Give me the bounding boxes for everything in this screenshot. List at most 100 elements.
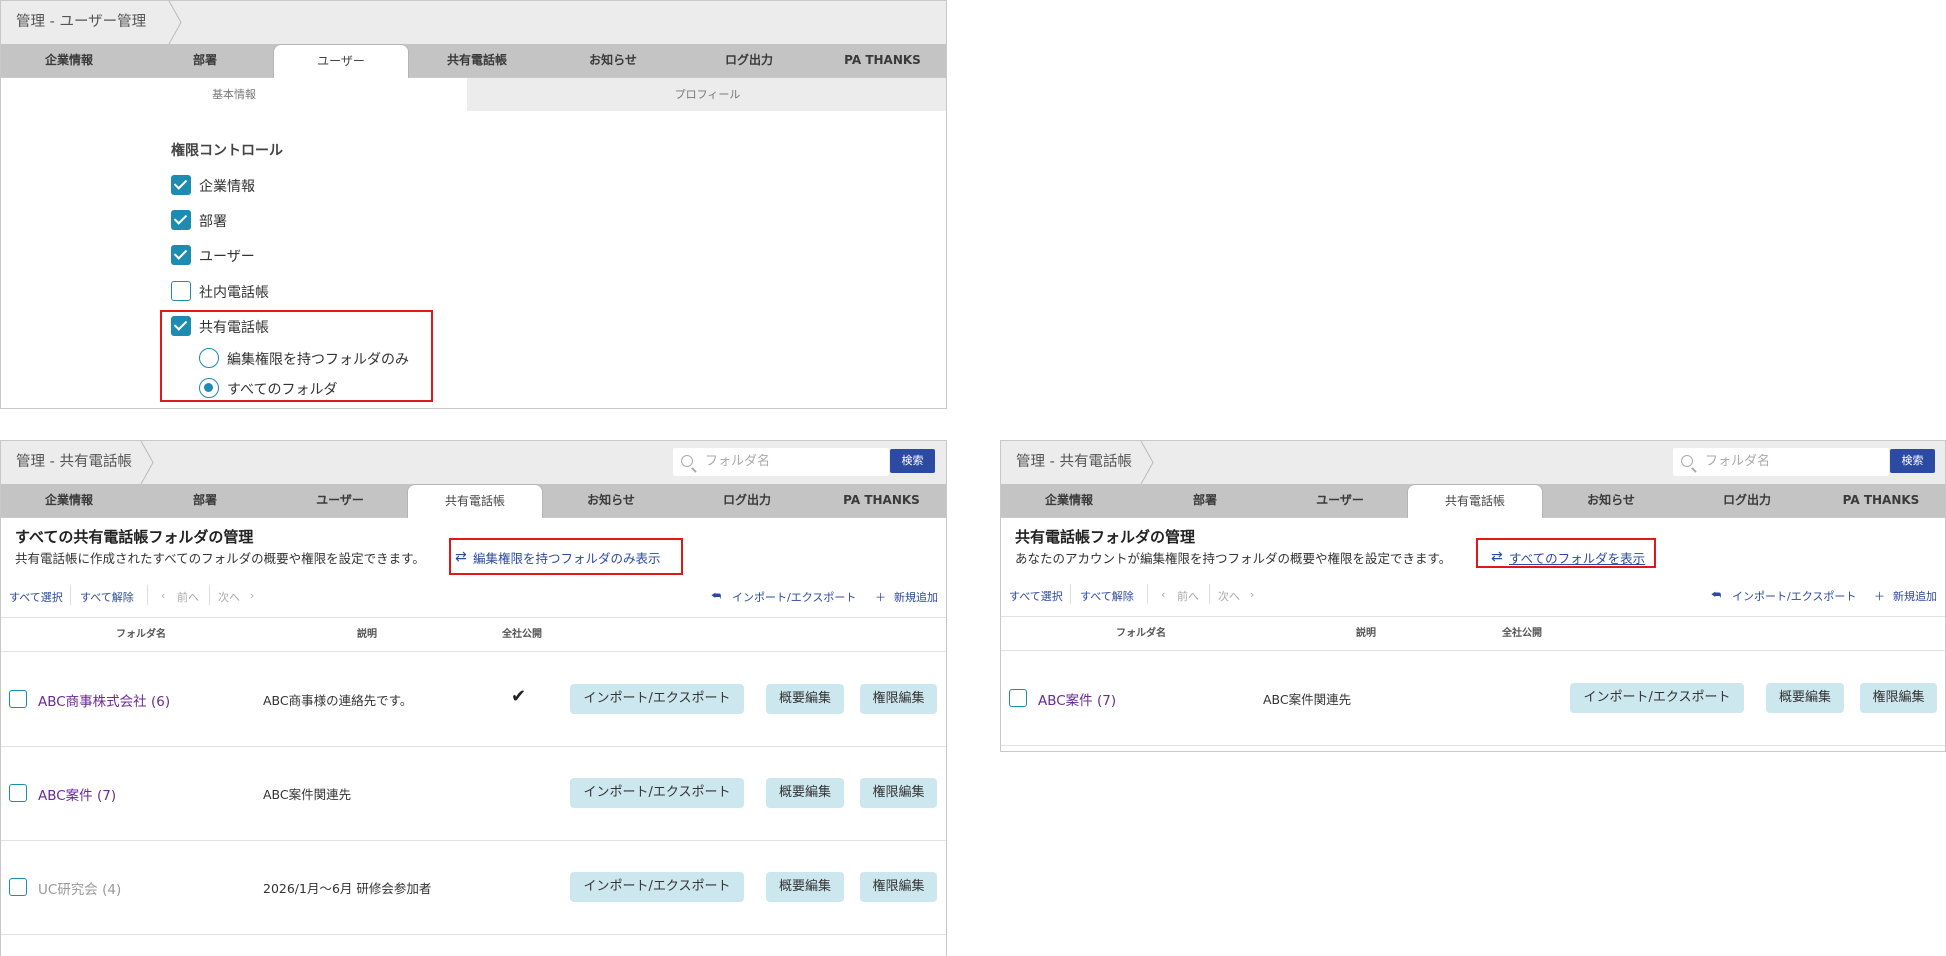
perm-user-label: ユーザー bbox=[199, 249, 255, 265]
perm-internal-phonebook-checkbox[interactable] bbox=[171, 281, 191, 301]
edit-summary-button[interactable]: 概要編集 bbox=[766, 778, 844, 808]
section-title: 共有電話帳フォルダの管理 bbox=[1015, 528, 1196, 546]
search-button[interactable]: 検索 bbox=[890, 449, 935, 473]
next-button[interactable]: 次へ bbox=[1218, 588, 1240, 604]
edit-summary-button[interactable]: 概要編集 bbox=[1766, 683, 1844, 713]
folder-search[interactable] bbox=[673, 448, 889, 476]
row-import-export-button[interactable]: インポート/エクスポート bbox=[570, 684, 744, 714]
tab-department[interactable]: 部署 bbox=[137, 484, 273, 518]
search-input[interactable] bbox=[703, 451, 873, 471]
edit-summary-button[interactable]: 概要編集 bbox=[766, 872, 844, 902]
folder-search[interactable] bbox=[1673, 448, 1889, 476]
perm-company-checkbox[interactable] bbox=[171, 175, 191, 195]
perm-department-checkbox[interactable] bbox=[171, 210, 191, 230]
main-tabs: 企業情報 部署 ユーザー 共有電話帳 お知らせ ログ出力 PA THANKS bbox=[1, 484, 946, 518]
deselect-all-button[interactable]: すべて解除 bbox=[1080, 588, 1134, 604]
breadcrumb-arrow-icon bbox=[1140, 441, 1154, 484]
header-bar: 管理 - ユーザー管理 bbox=[1, 1, 946, 44]
user-management-panel: 管理 - ユーザー管理 企業情報 部署 ユーザー 共有電話帳 お知らせ ログ出力… bbox=[0, 0, 947, 409]
tab-company[interactable]: 企業情報 bbox=[1, 44, 137, 78]
tab-shared-phonebook[interactable]: 共有電話帳 bbox=[1407, 484, 1543, 518]
row-import-export-button[interactable]: インポート/エクスポート bbox=[570, 872, 744, 902]
add-new-button[interactable]: 新規追加 bbox=[1893, 588, 1937, 604]
tab-notice[interactable]: お知らせ bbox=[543, 484, 679, 518]
public-check-icon: ✔ bbox=[511, 686, 527, 707]
highlight-box bbox=[160, 310, 433, 402]
row-import-export-button[interactable]: インポート/エクスポート bbox=[1570, 683, 1744, 713]
subtab-profile[interactable]: プロフィール bbox=[467, 78, 946, 111]
breadcrumb: 管理 - 共有電話帳 bbox=[1016, 454, 1132, 470]
row-checkbox[interactable] bbox=[9, 878, 27, 896]
subtab-basic-info[interactable]: 基本情報 bbox=[1, 78, 467, 111]
col-folder-name: フォルダ名 bbox=[116, 629, 166, 640]
tab-company[interactable]: 企業情報 bbox=[1, 484, 137, 518]
edit-permission-button[interactable]: 権限編集 bbox=[860, 778, 937, 808]
folder-description: 2026/1月～6月 研修会参加者 bbox=[263, 881, 432, 896]
tab-shared-phonebook[interactable]: 共有電話帳 bbox=[407, 484, 543, 518]
folder-name-link[interactable]: ABC案件 (7) bbox=[1038, 689, 1116, 709]
table-row: ABC案件 (7) ABC案件関連先 インポート/エクスポート 概要編集 権限編… bbox=[1, 746, 946, 840]
highlight-box bbox=[1476, 538, 1656, 568]
select-all-button[interactable]: すべて選択 bbox=[1009, 588, 1063, 604]
tab-company[interactable]: 企業情報 bbox=[1001, 484, 1137, 518]
search-icon bbox=[1681, 455, 1693, 467]
next-icon: › bbox=[250, 589, 255, 602]
select-all-button[interactable]: すべて選択 bbox=[9, 589, 63, 605]
table-row: ABC案件 (7) ABC案件関連先 インポート/エクスポート 概要編集 権限編… bbox=[1001, 651, 1945, 745]
table-header: フォルダ名 説明 全社公開 bbox=[1001, 617, 1945, 650]
prev-button[interactable]: 前へ bbox=[1177, 588, 1199, 604]
prev-icon: ‹ bbox=[1161, 588, 1166, 601]
tab-notice[interactable]: お知らせ bbox=[1543, 484, 1679, 518]
tab-pa-thanks[interactable]: PA THANKS bbox=[815, 484, 946, 518]
tab-department[interactable]: 部署 bbox=[137, 44, 273, 78]
breadcrumb-arrow-icon bbox=[168, 1, 182, 44]
row-checkbox[interactable] bbox=[9, 784, 27, 802]
list-toolbar: すべて選択 すべて解除 ‹ 前へ 次へ › ⮪ インポート/エクスポート ＋ 新… bbox=[1, 585, 946, 605]
main-tabs: 企業情報 部署 ユーザー 共有電話帳 お知らせ ログ出力 PA THANKS bbox=[1, 44, 946, 78]
folder-name-link[interactable]: ABC商事株式会社 (6) bbox=[38, 690, 170, 710]
folder-name-link[interactable]: ABC案件 (7) bbox=[38, 784, 116, 804]
search-input[interactable] bbox=[1703, 451, 1873, 471]
edit-permission-button[interactable]: 権限編集 bbox=[1860, 683, 1937, 713]
shared-phonebook-all-panel: 管理 - 共有電話帳 検索 企業情報 部署 ユーザー 共有電話帳 お知らせ ログ… bbox=[0, 440, 947, 956]
tab-user[interactable]: ユーザー bbox=[1273, 484, 1407, 518]
next-button[interactable]: 次へ bbox=[218, 589, 240, 605]
row-checkbox[interactable] bbox=[1009, 689, 1027, 707]
tab-notice[interactable]: お知らせ bbox=[545, 44, 681, 78]
tab-pa-thanks[interactable]: PA THANKS bbox=[1815, 484, 1945, 518]
table-row: UC研究会 (4) 2026/1月～6月 研修会参加者 インポート/エクスポート… bbox=[1, 840, 946, 934]
deselect-all-button[interactable]: すべて解除 bbox=[80, 589, 134, 605]
col-public: 全社公開 bbox=[1502, 628, 1542, 639]
perm-user-checkbox[interactable] bbox=[171, 245, 191, 265]
section-description: 共有電話帳に作成されたすべてのフォルダの概要や権限を設定できます。 bbox=[15, 551, 425, 566]
tab-shared-phonebook[interactable]: 共有電話帳 bbox=[409, 44, 545, 78]
prev-button[interactable]: 前へ bbox=[177, 589, 199, 605]
shared-phonebook-editable-panel: 管理 - 共有電話帳 検索 企業情報 部署 ユーザー 共有電話帳 お知らせ ログ… bbox=[1000, 440, 1946, 752]
import-export-button[interactable]: インポート/エクスポート bbox=[732, 589, 856, 605]
add-new-button[interactable]: 新規追加 bbox=[894, 589, 938, 605]
tab-user[interactable]: ユーザー bbox=[273, 484, 407, 518]
edit-permission-button[interactable]: 権限編集 bbox=[860, 684, 937, 714]
tab-user[interactable]: ユーザー bbox=[273, 44, 409, 78]
row-checkbox[interactable] bbox=[9, 690, 27, 708]
edit-summary-button[interactable]: 概要編集 bbox=[766, 684, 844, 714]
tab-log-output[interactable]: ログ出力 bbox=[1679, 484, 1815, 518]
tab-log-output[interactable]: ログ出力 bbox=[679, 484, 815, 518]
row-import-export-button[interactable]: インポート/エクスポート bbox=[570, 778, 744, 808]
header-bar: 管理 - 共有電話帳 検索 bbox=[1001, 441, 1945, 484]
tab-department[interactable]: 部署 bbox=[1137, 484, 1273, 518]
folder-description: ABC案件関連先 bbox=[1263, 692, 1352, 707]
header-bar: 管理 - 共有電話帳 検索 bbox=[1, 441, 946, 484]
tab-log-output[interactable]: ログ出力 bbox=[681, 44, 817, 78]
perm-department-label: 部署 bbox=[199, 214, 227, 230]
tab-pa-thanks[interactable]: PA THANKS bbox=[817, 44, 946, 78]
search-button[interactable]: 検索 bbox=[1890, 449, 1935, 473]
section-title: すべての共有電話帳フォルダの管理 bbox=[15, 528, 254, 546]
prev-icon: ‹ bbox=[161, 589, 166, 602]
edit-permission-button[interactable]: 権限編集 bbox=[860, 872, 937, 902]
folder-name-link[interactable]: UC研究会 (4) bbox=[38, 878, 121, 898]
import-export-button[interactable]: インポート/エクスポート bbox=[1732, 588, 1856, 604]
table-header: フォルダ名 説明 全社公開 bbox=[1, 618, 946, 651]
breadcrumb: 管理 - ユーザー管理 bbox=[16, 14, 147, 30]
highlight-box bbox=[449, 538, 683, 575]
